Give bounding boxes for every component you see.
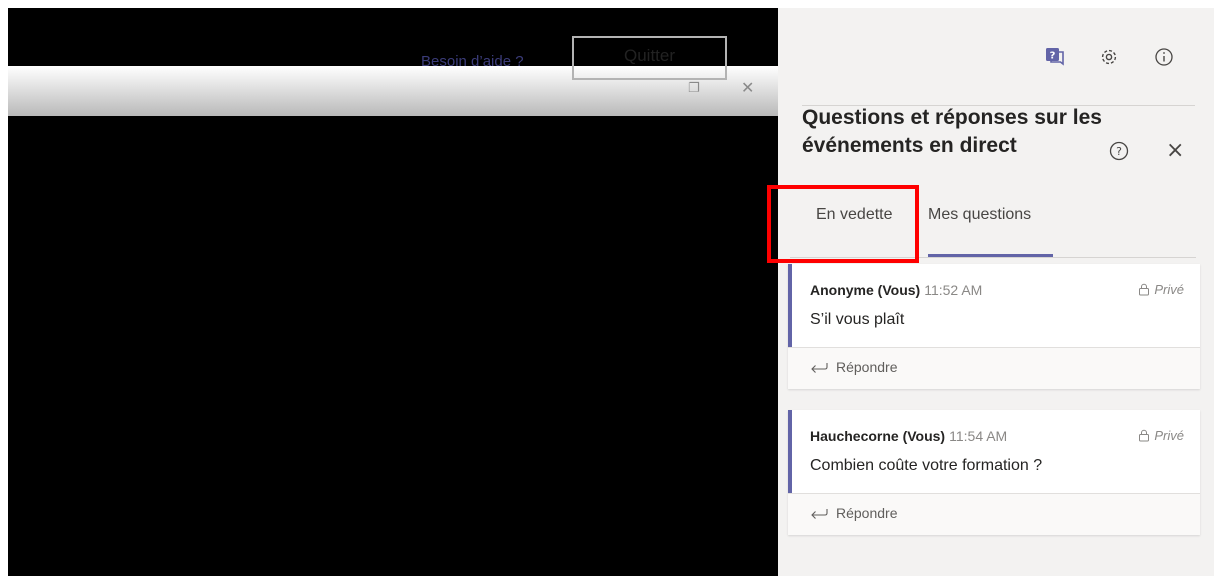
video-area: ❐ ✕ Besoin d’aide ? Quitter (8, 8, 778, 576)
question-time: 11:52 AM (924, 282, 983, 298)
info-icon[interactable] (1149, 42, 1179, 72)
private-badge: Privé (1138, 282, 1184, 297)
question-time: 11:54 AM (949, 428, 1008, 444)
svg-text:?: ? (1116, 145, 1122, 158)
reply-arrow-icon (811, 363, 828, 373)
close-icon: ✕ (741, 78, 755, 97)
reply-button[interactable]: Répondre (810, 505, 898, 521)
qa-icon[interactable]: ? (1040, 42, 1070, 72)
tab-mes-questions[interactable]: Mes questions (928, 206, 1031, 224)
question-author: Hauchecorne (Vous) 11:54 AM (810, 428, 1008, 444)
highlight-annotation-box (767, 185, 919, 263)
svg-text:?: ? (1050, 51, 1056, 62)
settings-gear-icon[interactable] (1094, 42, 1124, 72)
help-link[interactable]: Besoin d’aide ? (421, 53, 524, 70)
restore-icon: ❐ (688, 81, 700, 96)
question-card: Anonyme (Vous) 11:52 AM Privé S’il vous p… (788, 264, 1200, 389)
quit-button[interactable]: Quitter (572, 36, 727, 80)
question-text: S’il vous plaît (810, 311, 905, 328)
question-card: Hauchecorne (Vous) 11:54 AM Privé Combien… (788, 410, 1200, 535)
question-text: Combien coûte votre formation ? (810, 457, 1043, 474)
reply-button[interactable]: Répondre (810, 359, 898, 375)
reply-arrow-icon (811, 509, 828, 519)
lock-icon (1139, 429, 1150, 442)
close-panel-icon[interactable]: × (1166, 138, 1184, 163)
panel-title: Questions et réponses sur les événements… (802, 106, 1102, 157)
private-badge: Privé (1138, 428, 1184, 443)
qa-panel: ? Questions et réponses sur les événemen… (778, 8, 1214, 576)
question-author: Anonyme (Vous) 11:52 AM (810, 282, 983, 298)
lock-icon (1139, 283, 1150, 296)
help-question-icon[interactable]: ? (1108, 140, 1130, 162)
